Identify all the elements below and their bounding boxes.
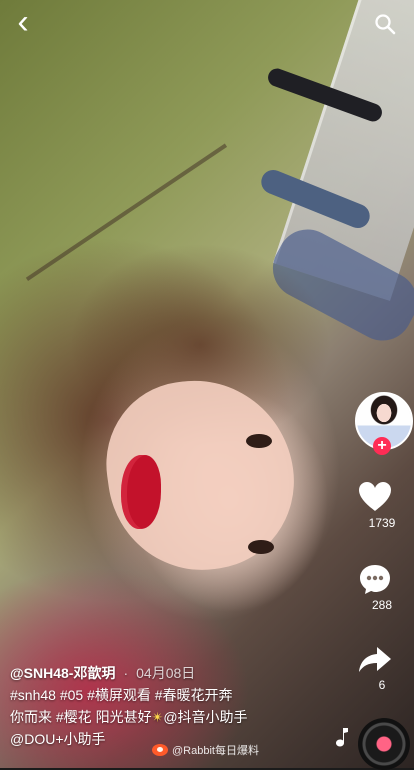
music-note-icon[interactable] bbox=[328, 726, 350, 748]
author-name[interactable]: @SNH48-邓歆玥 bbox=[10, 662, 115, 684]
caption-text: #snh48 #05 #横屏观看 #春暖花开奔 你而来 #樱花 阳光甚好✴@抖音… bbox=[10, 684, 325, 750]
caption-line-2: 你而来 #樱花 阳光甚好✴@抖音小助手 bbox=[10, 706, 325, 728]
caption-line-2-prefix: 你而来 #樱花 阳光甚好 bbox=[10, 709, 152, 725]
separator: · bbox=[123, 665, 129, 681]
author-line: @SNH48-邓歆玥 · 04月08日 bbox=[10, 662, 325, 684]
share-count: 6 bbox=[378, 678, 386, 692]
comment-icon bbox=[360, 565, 390, 594]
comment-count: 288 bbox=[371, 598, 393, 612]
eye bbox=[246, 434, 272, 448]
video-caption: @SNH48-邓歆玥 · 04月08日 #snh48 #05 #横屏观看 #春暖… bbox=[10, 662, 325, 750]
caption-line-1: #snh48 #05 #横屏观看 #春暖花开奔 bbox=[10, 687, 233, 703]
top-bar: ‹ bbox=[0, 0, 414, 52]
heart-icon bbox=[359, 482, 391, 511]
weibo-icon bbox=[152, 744, 168, 756]
lips bbox=[121, 455, 161, 529]
share-button[interactable]: 6 bbox=[356, 642, 408, 692]
eye bbox=[248, 540, 274, 554]
search-icon[interactable] bbox=[368, 7, 402, 41]
video-frame[interactable] bbox=[0, 0, 414, 768]
comment-button[interactable]: 288 bbox=[356, 562, 408, 612]
watermark: @Rabbit每日爆料 bbox=[152, 742, 259, 758]
share-icon bbox=[359, 647, 391, 672]
back-icon[interactable]: ‹ bbox=[6, 5, 40, 39]
follow-button[interactable]: + bbox=[373, 437, 391, 455]
post-date: 04月08日 bbox=[136, 665, 196, 681]
mention-assistant[interactable]: @抖音小助手 bbox=[163, 709, 247, 725]
like-button[interactable]: 1739 bbox=[356, 480, 408, 530]
like-count: 1739 bbox=[368, 516, 396, 530]
watermark-text: @Rabbit每日爆料 bbox=[172, 745, 259, 757]
sparkle-emoji: ✴ bbox=[151, 709, 164, 725]
music-disc-icon[interactable] bbox=[358, 718, 410, 770]
